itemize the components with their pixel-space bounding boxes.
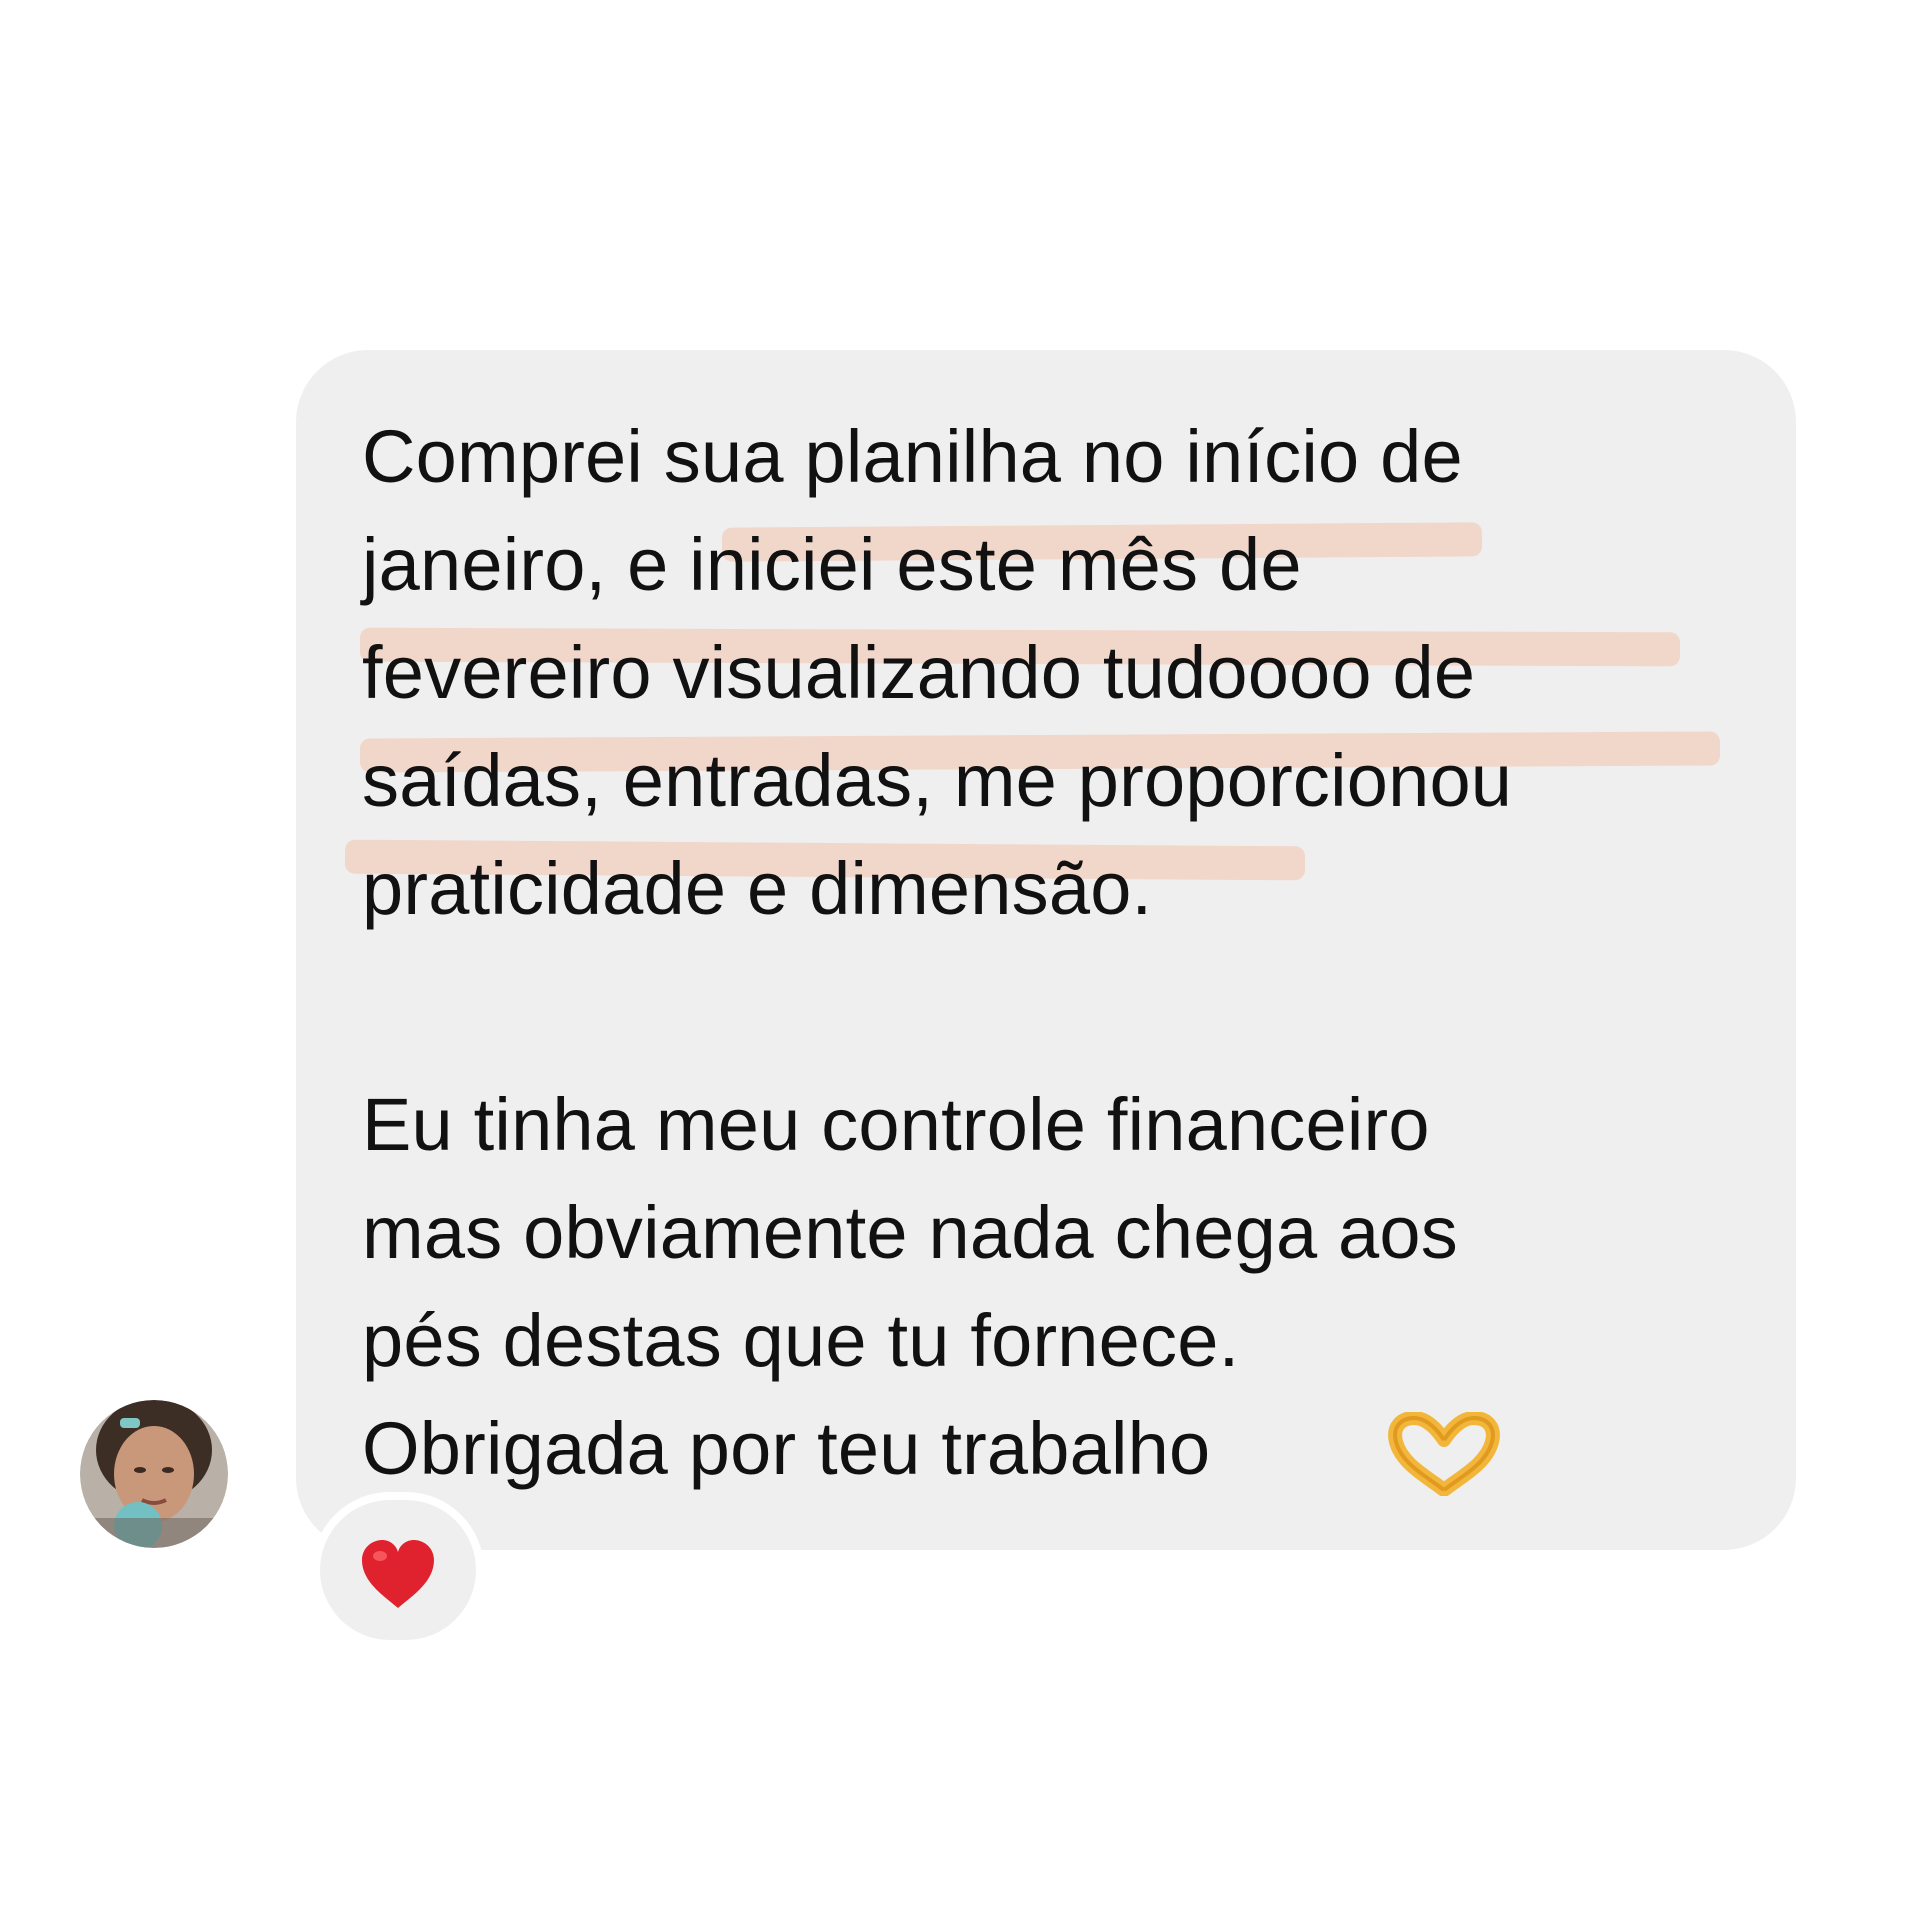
message-line: praticidade e dimensão.	[362, 847, 1153, 930]
message-line: pés destas que tu fornece.	[362, 1299, 1240, 1382]
message-line: fevereiro visualizando tudoooo de	[362, 631, 1476, 714]
chat-screen: Comprei sua planilha no início de janeir…	[0, 0, 1928, 1928]
heart-hands-icon	[1388, 1412, 1500, 1496]
message-line: Eu tinha meu controle financeiro	[362, 1083, 1430, 1166]
message-line: janeiro, e iniciei este mês de	[362, 523, 1302, 606]
red-heart-icon	[362, 1540, 434, 1608]
reaction-badge[interactable]	[320, 1500, 476, 1640]
avatar[interactable]	[80, 1400, 228, 1548]
message-line: saídas, entradas, me proporcionou	[362, 739, 1513, 822]
message-line: Comprei sua planilha no início de	[362, 415, 1463, 498]
avatar-photo	[80, 1400, 228, 1548]
message-line: Obrigada por teu trabalho	[362, 1407, 1211, 1490]
message-line: mas obviamente nada chega aos	[362, 1191, 1458, 1274]
